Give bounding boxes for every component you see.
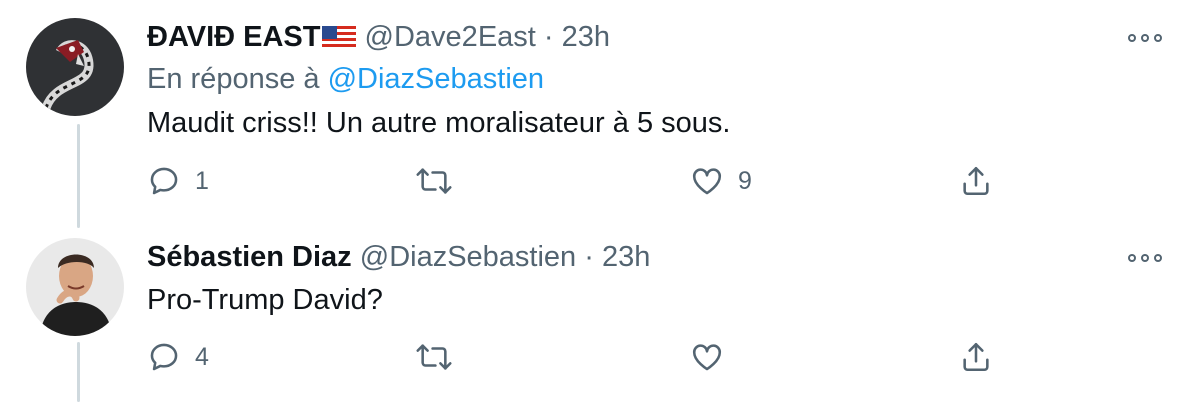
author-name[interactable]: Sébastien Diaz [147,241,352,273]
dot-icon [1141,254,1149,262]
dot-separator: · [543,21,554,53]
retweet-arrows-icon [416,168,452,194]
author-name[interactable]: ĐAVIĐ EAST [147,21,320,53]
dot-icon [1128,254,1136,262]
author-handle[interactable]: @DiazSebastien [360,241,576,273]
reply-count: 1 [195,166,209,195]
more-options-button[interactable] [1128,251,1162,265]
more-options-button[interactable] [1128,31,1162,45]
reply-context: En réponse à @DiazSebastien [147,62,544,96]
share-upload-icon [963,166,989,196]
tweet-text: Maudit criss!! Un autre moralisateur à 5… [147,107,731,139]
author-handle[interactable]: @Dave2East [365,21,536,53]
tweet-2-actions: 4 [147,337,1047,377]
reply-button[interactable]: 1 [147,161,209,201]
heart-outline-icon [692,168,722,195]
heart-outline-icon [692,344,722,371]
tweet-2-header: Sébastien Diaz @DiazSebastien · 23h [147,240,650,274]
like-button[interactable]: 9 [690,161,752,201]
speech-bubble-icon [150,343,178,371]
tweet-text: Pro-Trump David? [147,284,383,316]
retweet-button[interactable] [415,337,467,377]
thread-line-2 [77,342,80,402]
share-upload-icon [963,342,989,372]
dot-icon [1141,34,1149,42]
reply-mention-link[interactable]: @DiazSebastien [328,63,544,95]
dot-icon [1128,34,1136,42]
share-button[interactable] [959,337,993,377]
dot-icon [1154,34,1162,42]
tweet-1-header: ĐAVIĐ EAST @Dave2East · 23h [147,20,610,58]
us-flag-icon [322,24,357,58]
like-button[interactable] [690,337,738,377]
share-button[interactable] [959,161,993,201]
reply-count: 4 [195,342,209,371]
retweet-button[interactable] [415,161,467,201]
thread-line-1 [77,124,80,228]
tweet-1-actions: 1 9 [147,161,1047,201]
profile-photo-image [26,238,124,336]
dot-icon [1154,254,1162,262]
speech-bubble-icon [150,167,178,195]
timestamp[interactable]: 23h [602,241,650,273]
avatar-dave[interactable] [26,18,124,116]
timestamp[interactable]: 23h [562,21,610,53]
retweet-arrows-icon [416,344,452,370]
reply-button[interactable]: 4 [147,337,209,377]
avatar-sebastien[interactable] [26,238,124,336]
snake-avatar-image [26,18,124,116]
reply-prefix: En réponse à [147,63,320,95]
dot-separator: · [584,241,594,273]
like-count: 9 [738,166,752,195]
